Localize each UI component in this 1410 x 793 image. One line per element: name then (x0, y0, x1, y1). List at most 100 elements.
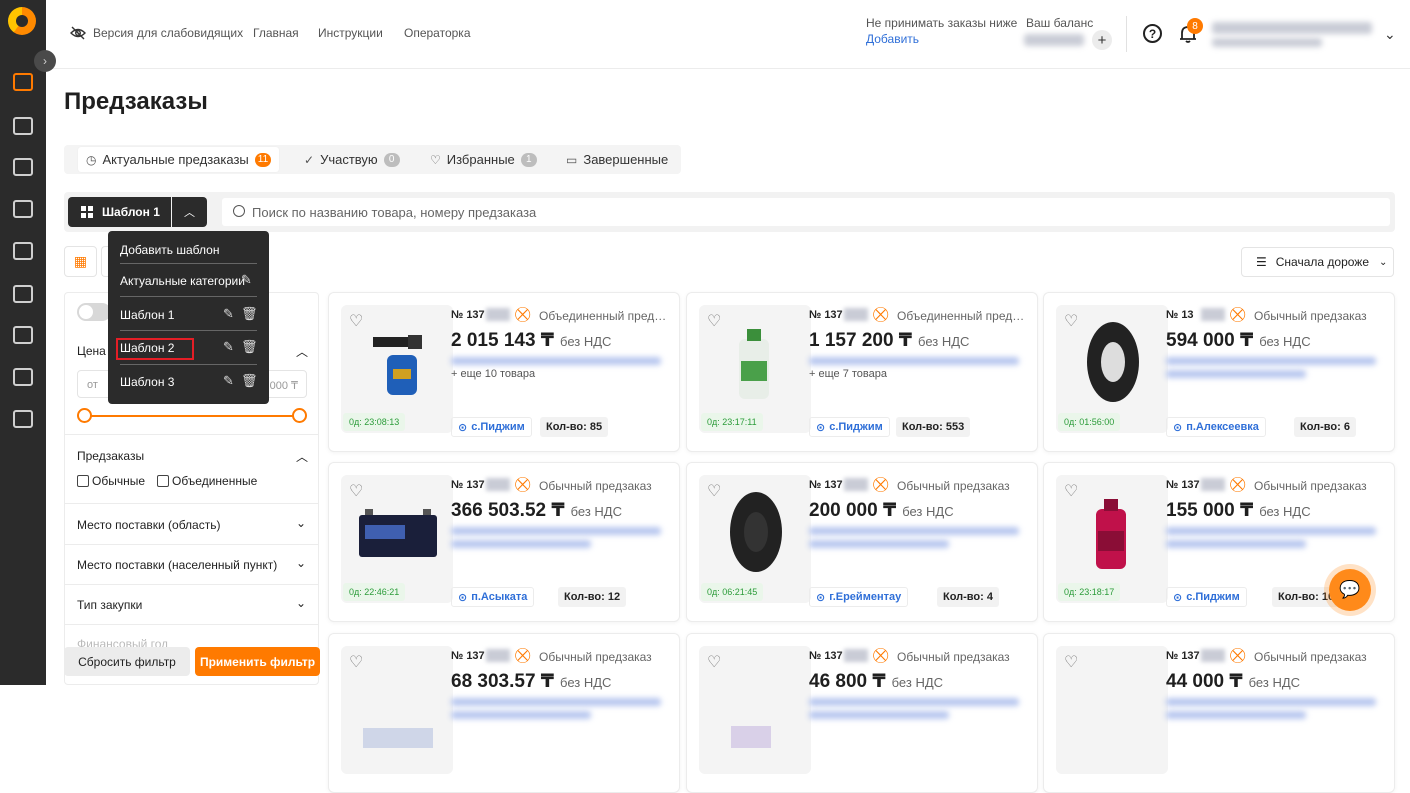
accessibility-link[interactable]: Версия для слабовидящих (93, 26, 243, 40)
chevron-down-icon[interactable]: ⌄ (1384, 26, 1396, 43)
add-min-order-link[interactable]: Добавить (866, 32, 919, 46)
product-name[interactable] (1166, 527, 1376, 535)
preorder-number[interactable]: № 137 (1166, 650, 1200, 662)
add-template-item[interactable]: Добавить шаблон (120, 243, 219, 257)
sidebar-profile-icon[interactable] (13, 410, 33, 428)
product-name-line2[interactable] (451, 711, 591, 719)
product-name[interactable] (809, 357, 1019, 365)
preorder-number[interactable]: № 137 (809, 650, 843, 662)
sidebar-toggle-button[interactable]: › (34, 50, 56, 72)
regular-checkbox[interactable] (77, 475, 89, 487)
template-item-3[interactable]: Шаблон 3 (120, 375, 174, 389)
price-slider-min-handle[interactable] (77, 408, 92, 423)
trash-icon[interactable]: 🗑 (241, 306, 258, 322)
product-name-line2[interactable] (809, 540, 949, 548)
product-name-line2[interactable] (1166, 540, 1306, 548)
preorder-card[interactable]: ♡ 0д: 06:21:45 № 137 ⛒ Обычный предзаказ 200 … (686, 462, 1038, 622)
preorder-card[interactable]: ♡ № 137 ⛒ Обычный предзаказ 68 303.57 ₸ без Н… (328, 633, 680, 793)
chevron-down-icon[interactable]: ⌄ (296, 556, 306, 570)
chevron-up-icon[interactable]: ︿ (296, 343, 308, 360)
sort-dropdown[interactable]: ☰ Сначала дороже ⌄ (1241, 247, 1394, 277)
preorder-number[interactable]: № 137 (809, 479, 843, 491)
tab-actual[interactable]: ◷ Актуальные предзаказы 11 (78, 147, 280, 172)
combined-checkbox[interactable] (157, 475, 169, 487)
product-name[interactable] (1166, 357, 1376, 365)
sidebar-clipboard-icon[interactable] (13, 242, 33, 260)
template-select-button[interactable]: Шаблон 1 (68, 197, 171, 227)
search-input[interactable] (222, 198, 1390, 226)
trash-icon[interactable]: 🗑 (241, 339, 258, 355)
purchase-type-filter-label[interactable]: Тип закупки (77, 598, 142, 612)
preorder-number[interactable]: № 137 (451, 309, 485, 321)
region-filter-label[interactable]: Место поставки (область) (77, 518, 220, 532)
preorder-number[interactable]: № 137 (809, 309, 843, 321)
filter-toggle[interactable] (77, 303, 111, 321)
topup-balance-button[interactable]: + (1092, 30, 1112, 50)
chevron-up-icon[interactable]: ︿ (296, 448, 308, 465)
location-tag[interactable]: ⊙ с.Пиджим (451, 417, 532, 437)
template-dropdown-toggle[interactable]: ︿ (172, 197, 207, 227)
table-view-button[interactable]: ▦ (64, 246, 97, 277)
more-items[interactable]: + еще 7 товара (809, 368, 887, 380)
preorder-number[interactable]: № 137 (1166, 479, 1200, 491)
sidebar-orders-icon[interactable] (13, 117, 33, 135)
chevron-down-icon[interactable]: ⌄ (296, 516, 306, 530)
product-name-line2[interactable] (1166, 370, 1306, 378)
preorder-number[interactable]: № 137 (451, 650, 485, 662)
reset-filter-button[interactable]: Сбросить фильтр (64, 647, 190, 676)
sidebar-bag-icon[interactable] (13, 200, 33, 218)
city-filter-label[interactable]: Место поставки (населенный пункт) (77, 558, 277, 572)
tab-participating[interactable]: ✓ Участвую 0 (304, 147, 400, 172)
preorder-card[interactable]: ♡ № 137 ⛒ Обычный предзаказ 46 800 ₸ без НДС (686, 633, 1038, 793)
chat-button[interactable]: 💬 (1329, 569, 1371, 611)
home-link[interactable]: Главная (253, 26, 299, 40)
price-value: 200 000 ₸ (809, 500, 897, 521)
price-slider-max-handle[interactable] (292, 408, 307, 423)
sidebar-cart-icon[interactable] (13, 285, 33, 303)
preorder-card[interactable]: ♡ 0д: 01:56:00 № 13 ⛒ Обычный предзаказ 594 0… (1043, 292, 1395, 452)
help-icon[interactable]: ? (1143, 24, 1162, 43)
location-tag[interactable]: ⊙ п.Алексеевка (1166, 417, 1266, 437)
location-tag[interactable]: ⊙ с.Пиджим (1166, 587, 1247, 607)
chevron-down-icon[interactable]: ⌄ (296, 596, 306, 610)
product-name-line2[interactable] (809, 711, 949, 719)
apply-filter-button[interactable]: Применить фильтр (195, 647, 320, 676)
preorder-card[interactable]: ♡0д: 23:08:13№ 137⛒Объединенный предзака… (328, 292, 680, 452)
sidebar-bank-icon[interactable] (13, 326, 33, 344)
product-name-line2[interactable] (451, 540, 591, 548)
location-tag[interactable]: ⊙ п.Асыката (451, 587, 535, 607)
tab-actual-label: Актуальные предзаказы (102, 152, 249, 167)
preorder-card[interactable]: ♡ № 137 ⛒ Обычный предзаказ 44 000 ₸ без НДС (1043, 633, 1395, 793)
product-name[interactable] (809, 698, 1019, 706)
more-items[interactable]: + еще 10 товара (451, 368, 535, 380)
location-tag[interactable]: ⊙ г.Ерейментау (809, 587, 909, 607)
template-item-1[interactable]: Шаблон 1 (120, 308, 174, 322)
actual-categories-item[interactable]: Актуальные категории (120, 274, 245, 288)
edit-icon[interactable]: ✎ (223, 306, 234, 322)
location-tag[interactable]: ⊙ с.Пиджим (809, 417, 890, 437)
preorder-number[interactable]: № 13 (1166, 309, 1194, 321)
edit-icon[interactable]: ✎ (241, 272, 252, 288)
tab-favorites[interactable]: ♡ Избранные 1 (430, 147, 537, 172)
sidebar-document-icon[interactable] (13, 158, 33, 176)
operator-link[interactable]: Операторка (404, 26, 471, 40)
preorder-number[interactable]: № 137 (451, 479, 485, 491)
edit-icon[interactable]: ✎ (223, 373, 234, 389)
timer-badge: 0д: 23:18:17 (1058, 583, 1121, 601)
preorder-card[interactable]: ♡0д: 23:17:11№ 137⛒Объединенный предзака… (686, 292, 1038, 452)
product-name[interactable] (1166, 698, 1376, 706)
instructions-link[interactable]: Инструкции (318, 26, 383, 40)
product-name[interactable] (451, 357, 661, 365)
product-name[interactable] (451, 527, 661, 535)
logo[interactable] (8, 7, 36, 35)
tab-completed[interactable]: ▭ Завершенные (566, 147, 668, 172)
product-name[interactable] (809, 527, 1019, 535)
sidebar-users-icon[interactable] (13, 368, 33, 386)
eye-off-icon[interactable] (70, 26, 86, 40)
edit-icon[interactable]: ✎ (223, 339, 234, 355)
product-name-line2[interactable] (1166, 711, 1306, 719)
product-name[interactable] (451, 698, 661, 706)
preorder-card[interactable]: ♡ 0д: 22:46:21 № 137 ⛒ Обычный предзаказ 366 … (328, 462, 680, 622)
sidebar-preorders-icon[interactable] (13, 73, 33, 91)
trash-icon[interactable]: 🗑 (241, 373, 258, 389)
